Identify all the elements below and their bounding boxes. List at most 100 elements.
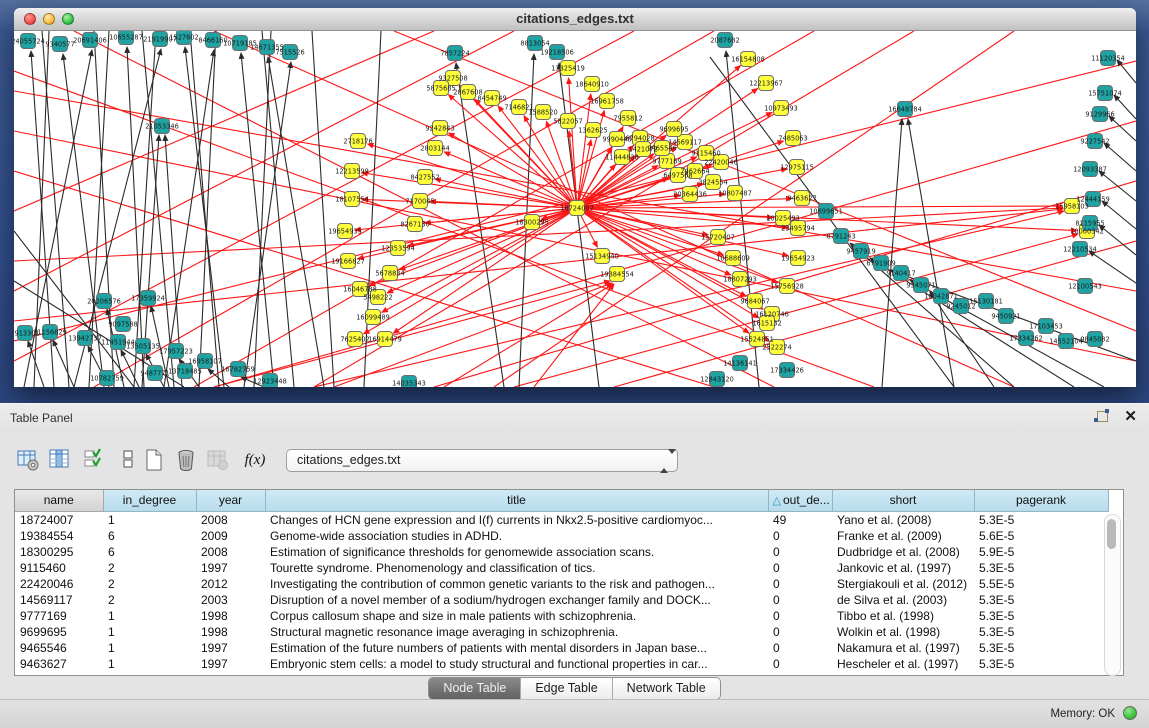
- graph-edge[interactable]: [1099, 225, 1136, 255]
- graph-edge[interactable]: [199, 31, 216, 387]
- delete-table-icon[interactable]: [204, 446, 232, 474]
- table-row[interactable]: 977716911998Corpus callosum shape and si…: [15, 608, 1108, 624]
- graph-edge[interactable]: [362, 199, 569, 207]
- tab-network-table[interactable]: Network Table: [613, 678, 720, 699]
- show-columns-icon[interactable]: [46, 446, 74, 474]
- row-mode-icon[interactable]: [114, 446, 142, 474]
- graph-edge[interactable]: [908, 119, 954, 387]
- graph-edge[interactable]: [14, 231, 134, 387]
- column-header-in-degree[interactable]: in_degree: [103, 490, 196, 511]
- graph-node-label: 20691406: [73, 36, 107, 44]
- close-panel-icon[interactable]: ✕: [1124, 409, 1137, 425]
- graph-node-label: 16958107: [188, 357, 222, 365]
- graph-edge[interactable]: [579, 140, 591, 200]
- graph-node-label: 14552104: [1049, 337, 1083, 345]
- table-row[interactable]: 911546021997Tourette syndrome. Phenomeno…: [15, 560, 1108, 576]
- graph-node-label: 8791243: [826, 232, 855, 240]
- graph-edge[interactable]: [214, 31, 1014, 387]
- column-header-out-degree[interactable]: △out_de...: [768, 490, 832, 511]
- graph-edge[interactable]: [268, 57, 324, 387]
- graph-node-label: 18724007: [560, 204, 594, 212]
- table-row[interactable]: 1456911722003Disruption of a novel membe…: [15, 592, 1108, 608]
- tab-node-table[interactable]: Node Table: [429, 678, 521, 699]
- network-canvas[interactable]: 1872400793275085875685286760884547497146…: [14, 31, 1136, 387]
- graph-edge[interactable]: [262, 31, 294, 387]
- graph-node-label: 17334262: [1009, 334, 1043, 342]
- graph-node-label: 9465546: [647, 144, 676, 152]
- column-header-short[interactable]: short: [832, 490, 974, 511]
- table-cell: 5.6E-5: [974, 528, 1108, 544]
- graph-edge[interactable]: [142, 31, 174, 387]
- graph-edge[interactable]: [1114, 95, 1136, 119]
- table-cell: Genome-wide association studies in ADHD.: [265, 528, 768, 544]
- graph-edge[interactable]: [185, 47, 224, 387]
- table-row[interactable]: 1830029562008Estimation of significance …: [15, 544, 1108, 560]
- graph-node-label: 19218506: [540, 48, 574, 56]
- table-scrollbar[interactable]: [1104, 514, 1121, 676]
- table-mode-icon[interactable]: [14, 446, 42, 474]
- table-row[interactable]: 946554611997Estimation of the future num…: [15, 640, 1108, 656]
- column-header-title[interactable]: title: [265, 490, 768, 511]
- graph-node-label: 13325419: [551, 64, 585, 72]
- table-row[interactable]: 1872400712008Changes of HCN gene express…: [15, 511, 1108, 528]
- table-selector-dropdown[interactable]: citations_edges.txt: [286, 449, 678, 472]
- float-window-icon[interactable]: [1094, 409, 1110, 425]
- function-builder-icon[interactable]: f(x): [238, 446, 272, 474]
- table-cell: 1997: [196, 560, 265, 576]
- select-rows-icon[interactable]: [80, 446, 108, 474]
- table-row[interactable]: 969969511998Structural magnetic resonanc…: [15, 624, 1108, 640]
- graph-node-label: 10025493: [766, 214, 800, 222]
- table-cell: 5.3E-5: [974, 656, 1108, 672]
- graph-edge[interactable]: [127, 47, 144, 387]
- graph-node-label: 16099489: [356, 313, 390, 321]
- graph-edge[interactable]: [449, 133, 570, 204]
- graph-node-label: 2718176: [343, 137, 372, 145]
- graph-node-label: 10060342: [1070, 227, 1104, 235]
- table-row[interactable]: 2242004622012Investigating the contribut…: [15, 576, 1108, 592]
- table-cell: Stergiakouli et al. (2012): [832, 576, 974, 592]
- graph-node-label: 7170045: [405, 197, 434, 205]
- graph-node-label: 7955812: [613, 114, 642, 122]
- table-cell: 19384554: [15, 528, 103, 544]
- graph-edge[interactable]: [53, 340, 74, 387]
- table-cell: 0: [768, 576, 832, 592]
- graph-edge[interactable]: [214, 281, 610, 387]
- column-header-year[interactable]: year: [196, 490, 265, 511]
- graph-edge[interactable]: [241, 53, 274, 387]
- delete-column-icon[interactable]: [172, 446, 200, 474]
- graph-node-label: 9463627: [787, 194, 816, 202]
- column-header-pagerank[interactable]: pagerank: [974, 490, 1108, 511]
- graph-edge[interactable]: [1109, 116, 1136, 141]
- new-column-icon[interactable]: [140, 446, 168, 474]
- tab-edge-table[interactable]: Edge Table: [521, 678, 612, 699]
- table-cell: Embryonic stem cells: a model to study s…: [265, 656, 768, 672]
- table-scrollbar-thumb[interactable]: [1107, 519, 1116, 549]
- graph-node-label: 2803144: [420, 144, 449, 152]
- table-cell: 2012: [196, 576, 265, 592]
- graph-edge[interactable]: [194, 31, 814, 387]
- graph-edge[interactable]: [1102, 201, 1136, 229]
- table-cell: Nakamura et al. (1997): [832, 640, 974, 656]
- graph-node-label: 5822057: [553, 117, 582, 125]
- graph-node-label: 7462664: [680, 167, 709, 175]
- table-cell: 0: [768, 544, 832, 560]
- graph-edge[interactable]: [578, 94, 591, 200]
- graph-edge[interactable]: [14, 131, 1136, 361]
- table-row[interactable]: 946362711997Embryonic stem cells: a mode…: [15, 656, 1108, 672]
- attribute-table: name in_degree year title △out_de... sho…: [14, 489, 1124, 676]
- graph-edge[interactable]: [584, 211, 730, 275]
- dropdown-arrows-icon: [660, 454, 668, 468]
- graph-node-label: 11120354: [1091, 54, 1125, 62]
- graph-edge[interactable]: [1089, 251, 1136, 283]
- graph-node-label: 12444159: [1076, 195, 1110, 203]
- graph-edge[interactable]: [190, 31, 219, 387]
- sort-ascending-icon: △: [773, 495, 781, 507]
- table-cell: 9115460: [15, 560, 103, 576]
- network-window-titlebar[interactable]: citations_edges.txt: [14, 8, 1136, 31]
- graph-edge[interactable]: [14, 31, 434, 211]
- table-row[interactable]: 1938455462009Genome-wide association stu…: [15, 528, 1108, 544]
- column-header-name[interactable]: name: [15, 490, 103, 511]
- memory-status-icon[interactable]: [1123, 706, 1137, 720]
- graph-node-label: 12975115: [780, 163, 814, 171]
- graph-edge[interactable]: [1104, 143, 1136, 171]
